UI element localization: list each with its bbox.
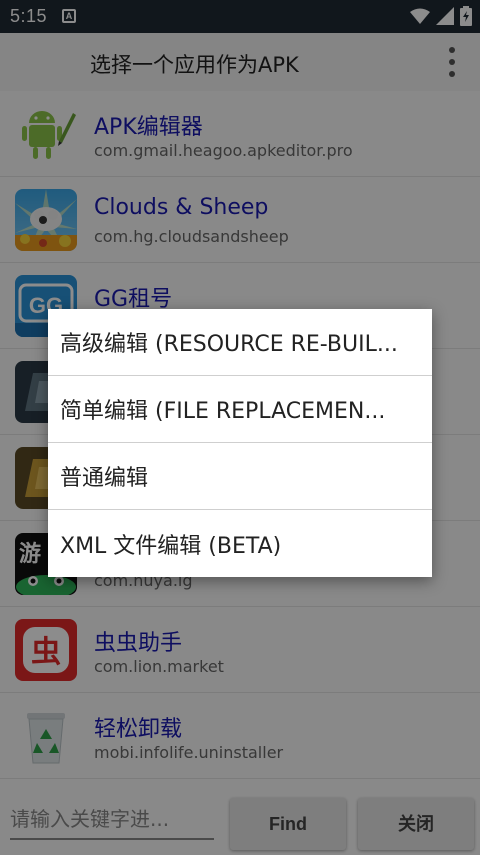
option-xml-edit[interactable]: XML 文件编辑 (BETA): [48, 510, 432, 577]
option-normal-edit[interactable]: 普通编辑: [48, 443, 432, 510]
option-simple-edit[interactable]: 简单编辑 (FILE REPLACEMEN...: [48, 376, 432, 443]
option-label: 高级编辑 (RESOURCE RE-BUIL...: [60, 332, 398, 357]
edit-mode-dialog: 高级编辑 (RESOURCE RE-BUIL... 简单编辑 (FILE REP…: [48, 309, 432, 577]
option-label: 普通编辑: [60, 466, 149, 491]
option-label: 简单编辑 (FILE REPLACEMEN...: [60, 399, 386, 424]
option-advanced-edit[interactable]: 高级编辑 (RESOURCE RE-BUIL...: [48, 309, 432, 376]
option-label: XML 文件编辑 (BETA): [60, 533, 282, 559]
